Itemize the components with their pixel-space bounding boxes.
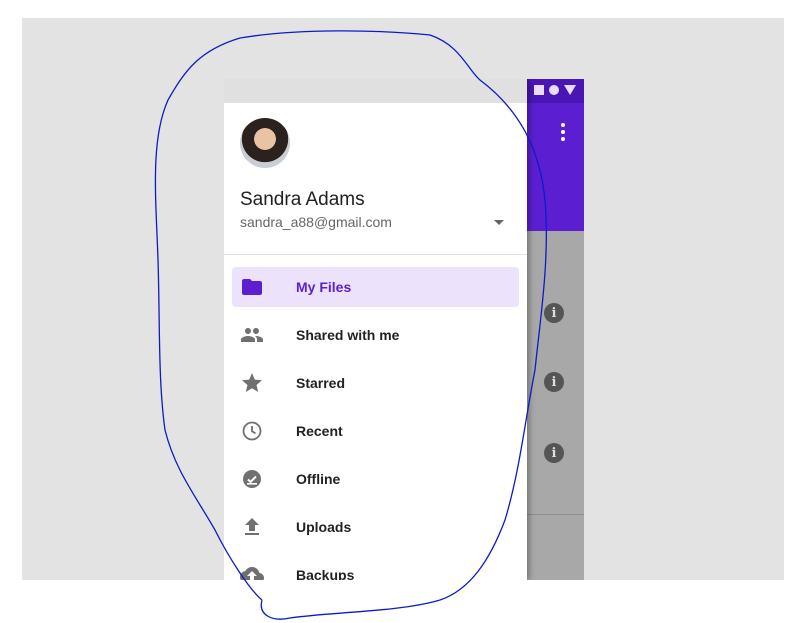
nav-label: Recent (296, 423, 343, 439)
navigation-drawer: Sandra Adams sandra_a88@gmail.com My Fil… (224, 79, 527, 580)
nav-item-backups[interactable]: Backups (232, 555, 519, 580)
nav-item-offline[interactable]: Offline (232, 459, 519, 499)
triangle-icon (564, 85, 576, 95)
nav-label: Shared with me (296, 327, 400, 343)
avatar[interactable] (240, 118, 290, 168)
nav-item-uploads[interactable]: Uploads (232, 507, 519, 547)
nav-label: Uploads (296, 519, 352, 535)
info-icon[interactable]: i (544, 372, 564, 392)
star-icon (242, 373, 262, 392)
drawer-status-bar (224, 79, 527, 103)
nav-item-shared-with-me[interactable]: Shared with me (232, 315, 519, 355)
clock-icon (242, 421, 262, 441)
offline-icon (243, 470, 261, 488)
info-icon[interactable]: i (544, 303, 564, 323)
backup-icon (240, 567, 264, 580)
nav-item-my-files[interactable]: My Files (232, 267, 519, 307)
chevron-down-icon[interactable] (494, 220, 504, 225)
folder-icon (242, 279, 262, 295)
upload-icon (245, 518, 259, 535)
more-vert-icon[interactable] (560, 123, 566, 141)
info-icon[interactable]: i (544, 443, 564, 463)
phone-screen: i i i Sandra Adams sandra_a88@gmail.com … (224, 79, 584, 580)
nav-item-recent[interactable]: Recent (232, 411, 519, 451)
list-divider (524, 514, 584, 515)
circle-icon (549, 85, 559, 95)
nav-label: Starred (296, 375, 346, 391)
account-name: Sandra Adams (240, 189, 365, 210)
nav-label: Backups (296, 567, 355, 580)
nav-label: My Files (296, 279, 352, 295)
nav-label: Offline (296, 471, 341, 487)
account-email: sandra_a88@gmail.com (240, 214, 392, 230)
drawer-divider (224, 254, 527, 255)
nav-item-starred[interactable]: Starred (232, 363, 519, 403)
people-icon (241, 328, 263, 342)
square-icon (534, 85, 544, 95)
drawer-nav: My Files Shared with me Starred Recent O… (224, 267, 527, 580)
